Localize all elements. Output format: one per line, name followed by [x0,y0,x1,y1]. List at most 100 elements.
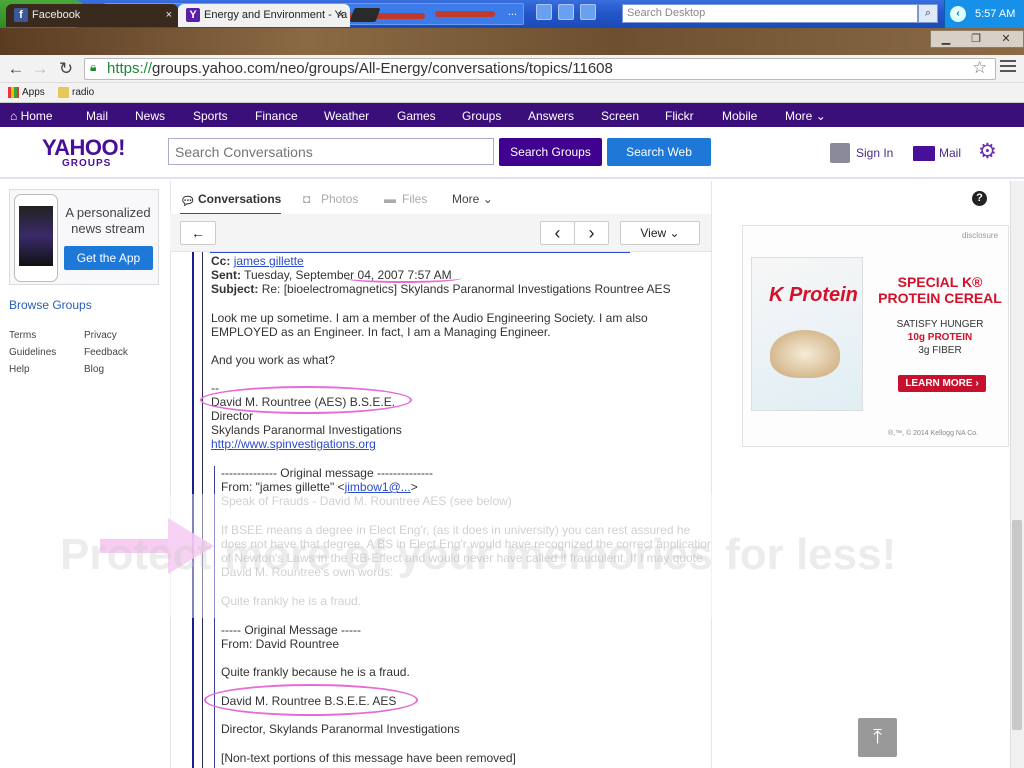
facebook-icon: f [14,8,28,22]
new-tab-button[interactable] [349,8,381,22]
view-dropdown[interactable]: View ⌄ [620,221,700,245]
help-icon[interactable]: ? [972,191,987,206]
tab-yahoo-groups[interactable]: Y Energy and Environment - Ya × [178,4,350,27]
sign-in-link[interactable]: Sign In [830,143,893,163]
tab-close-icon[interactable]: × [166,4,172,26]
back-arrow-icon[interactable]: ← [6,59,26,79]
tab-conversations[interactable]: 💬︎ Conversations [180,190,282,216]
bookmark-star-icon[interactable]: ☆ [972,58,987,78]
signature-url-link[interactable]: http://www.spinvestigations.org [211,437,376,451]
nav-games[interactable]: Games [397,103,436,129]
bookmark-radio[interactable]: radio [58,83,94,102]
nav-groups[interactable]: Groups [462,103,501,129]
removed-notice: [Non-text portions of this message have … [221,751,516,765]
forward-arrow-icon[interactable]: → [30,59,50,79]
quicklaunch-icon[interactable] [536,4,552,20]
back-to-top-button[interactable]: ⤒ [858,718,897,757]
app-promo-text: A personalized news stream [65,205,151,236]
footer-help[interactable]: Help [9,364,30,375]
nav-finance[interactable]: Finance [255,103,298,129]
cc-link[interactable]: james gillette [234,254,304,268]
nav-flickr[interactable]: Flickr [665,103,694,129]
message-text: EMPLOYED as an Engineer. In fact, I am a… [211,325,551,339]
footer-guidelines[interactable]: Guidelines [9,347,56,358]
chrome-menu-icon[interactable] [1000,60,1016,74]
watermark-text: Protect more of your memories for less! [60,530,897,579]
ad-learn-more-button[interactable]: LEARN MORE › [898,375,986,392]
clock: 5:57 AM [975,8,1016,20]
tab-photos[interactable]: ◘ Photos [303,190,358,208]
signature-title: Director, Skylands Paranormal Investigat… [221,722,460,736]
next-message-button[interactable]: › [574,221,609,245]
from-email-link[interactable]: jimbow1@... [345,480,411,494]
nav-mobile[interactable]: Mobile [722,103,757,129]
message-text: Look me up sometime. I am a member of th… [211,311,648,325]
nav-sports[interactable]: Sports [193,103,228,129]
original-from-line: From: "james gillette" <jimbow1@...> [221,480,418,494]
reload-icon[interactable]: ↻ [56,59,76,79]
bookmarks-bar: Apps radio [0,83,1024,103]
signature-org: Skylands Paranormal Investigations [211,423,402,437]
tab-close-icon[interactable]: × [338,4,344,26]
signature-title: Director [211,409,254,423]
close-window-icon[interactable]: ✕ [991,31,1021,47]
user-icon [830,143,850,163]
folder-icon [58,87,69,98]
folder-icon: ▬ [384,192,396,206]
tab-more[interactable]: More ⌄ [452,190,493,208]
address-bar[interactable]: https://groups.yahoo.com/neo/groups/All-… [84,58,996,80]
footer-feedback[interactable]: Feedback [84,347,128,358]
apps-grid-icon [8,87,19,98]
nav-mail[interactable]: Mail [86,103,108,129]
quicklaunch-icon[interactable] [558,4,574,20]
search-web-button[interactable]: Search Web [607,138,711,166]
yahoo-groups-logo[interactable]: YAHOO! [42,137,125,159]
ad-disclosure[interactable]: disclosure [962,231,998,240]
search-groups-button[interactable]: Search Groups [499,138,602,166]
back-to-list-button[interactable]: ← [180,221,216,245]
quicklaunch-icon[interactable] [580,4,596,20]
ad-legal-text: ®,™, © 2014 Kellogg NA Co. [888,430,979,437]
mail-link[interactable]: Mail [913,143,961,163]
previous-message-button[interactable]: ‹ [540,221,575,245]
nav-screen[interactable]: Screen [601,103,639,129]
footer-blog[interactable]: Blog [84,364,104,375]
scrollbar-thumb[interactable] [1012,520,1022,730]
desktop-search-input[interactable]: Search Desktop [622,4,918,23]
tray-chevron-icon[interactable]: ‹ [950,6,966,22]
browse-groups-link[interactable]: Browse Groups [9,298,92,312]
yahoo-top-nav: ⌂ Home Mail News Sports Finance Weather … [0,103,1024,127]
nav-home[interactable]: ⌂ Home [10,103,53,129]
footer-privacy[interactable]: Privacy [84,330,117,341]
bookmark-apps[interactable]: Apps [8,83,45,102]
yahoo-icon: Y [186,8,200,22]
browser-toolbar: ← → ↻ https://groups.yahoo.com/neo/group… [0,55,1024,83]
cereal-bowl-image [770,330,840,378]
camera-icon: ◘ [303,192,311,206]
restore-icon[interactable]: ❐ [961,31,991,47]
desktop-search-icon[interactable]: ⌕ [918,4,938,23]
nav-news[interactable]: News [135,103,165,129]
search-conversations-input[interactable] [168,138,494,165]
original-from-line: From: David Rountree [221,637,340,651]
chevron-down-icon: ⌄ [669,226,680,240]
minimize-icon[interactable]: ▁ [931,31,961,47]
settings-gear-icon[interactable]: ⚙ [978,141,997,163]
ad-subtext: SATISFY HUNGER 10g PROTEIN 3g FIBER [896,319,984,356]
phone-screen-image [19,206,53,266]
redaction-mark [435,11,495,17]
nav-more[interactable]: More ⌄ [785,103,826,129]
arrow-up-icon: ⤒ [873,726,882,748]
browser-tab-strip [0,28,1024,55]
yahoo-groups-logo-sub: GROUPS [62,158,112,169]
nav-answers[interactable]: Answers [528,103,574,129]
get-the-app-button[interactable]: Get the App [64,246,153,270]
ad-title: SPECIAL K® PROTEIN CEREAL [878,274,1002,306]
footer-terms[interactable]: Terms [9,330,36,341]
nav-weather[interactable]: Weather [324,103,369,129]
tab-facebook[interactable]: f Facebook × [6,4,178,27]
ad-brand-text: K Protein [769,284,858,306]
message-text: And you work as what? [211,353,336,367]
tab-files[interactable]: ▬ Files [384,190,427,208]
home-icon: ⌂ [10,109,18,123]
